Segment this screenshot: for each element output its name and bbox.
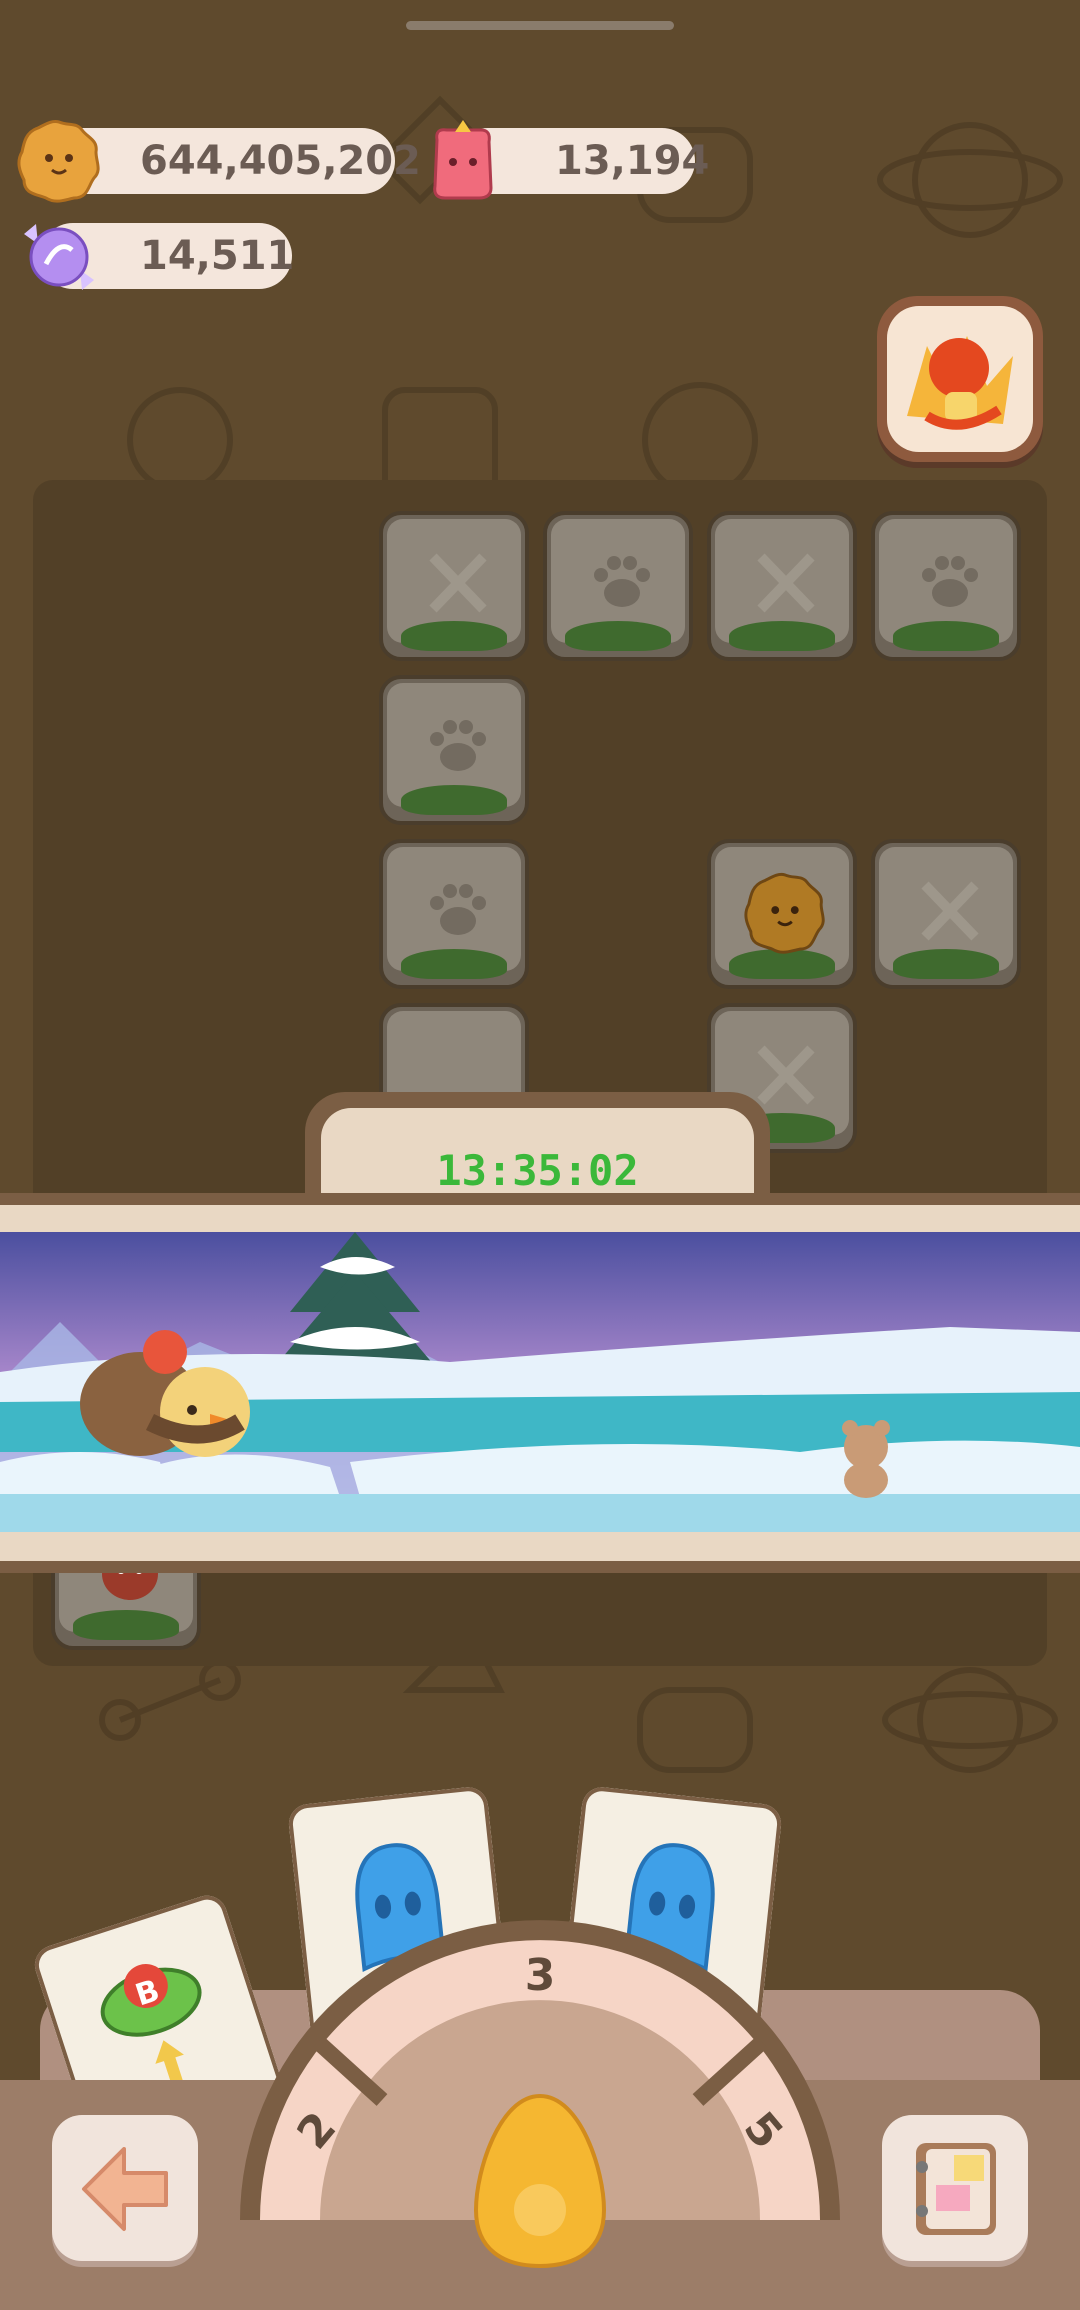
teddy-bear — [842, 1420, 890, 1498]
booster-button[interactable] — [877, 296, 1043, 462]
paw-tile[interactable] — [871, 511, 1021, 661]
back-arrow-icon — [82, 2147, 168, 2231]
paw-icon — [430, 884, 486, 935]
locked-tile[interactable] — [379, 511, 529, 661]
mushroom-jelly-booster-icon — [907, 336, 1013, 430]
paw-tile[interactable] — [379, 839, 529, 989]
recipe-book-button[interactable] — [882, 2115, 1028, 2261]
locked-tile[interactable] — [707, 511, 857, 661]
cookie-icon — [744, 872, 825, 954]
top-drag-handle[interactable] — [406, 21, 674, 30]
dial-top-number[interactable]: 3 — [525, 1950, 556, 2001]
countdown-timer: 13:35:02 — [436, 1146, 639, 1195]
winter-scene — [0, 1232, 1080, 1532]
cookie-counter-value: 644,405,202 — [140, 138, 421, 184]
paw-icon — [922, 556, 978, 607]
paw-tile[interactable] — [543, 511, 693, 661]
jelly-icon — [433, 120, 493, 200]
egg-icon[interactable] — [470, 2090, 610, 2270]
paw-icon — [430, 720, 486, 771]
back-button[interactable] — [52, 2115, 198, 2261]
crystal-candy-icon — [24, 224, 94, 290]
crystal-counter-value: 14,511 — [140, 233, 295, 279]
cookie-icon — [17, 120, 100, 203]
recipe-book-icon — [916, 2143, 996, 2235]
paw-tile[interactable] — [379, 675, 529, 825]
cookie-tile[interactable] — [707, 839, 857, 989]
paw-icon — [594, 556, 650, 607]
jelly-counter-value: 13,194 — [555, 138, 710, 184]
locked-tile[interactable] — [871, 839, 1021, 989]
